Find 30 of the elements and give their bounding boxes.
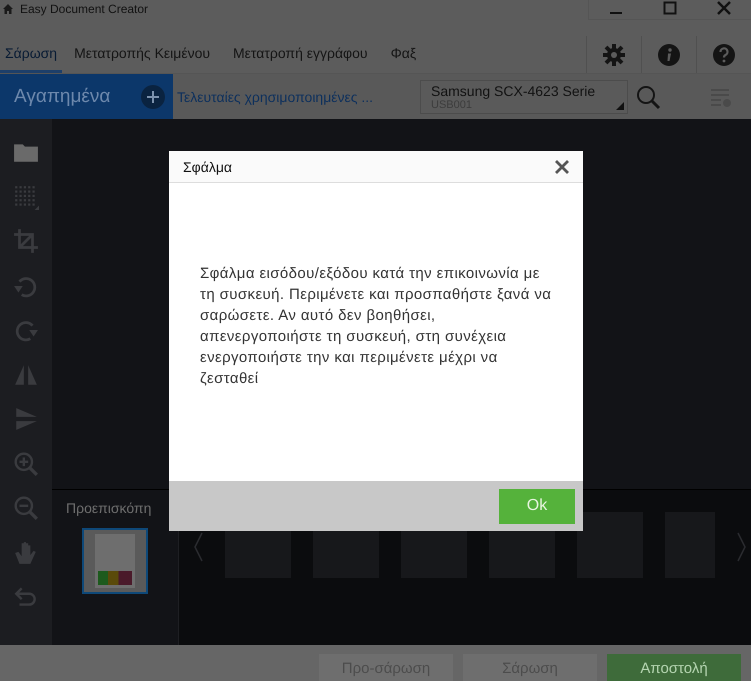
zoom-in-icon[interactable] — [13, 450, 39, 476]
empty-slot — [577, 512, 643, 578]
settings-icon[interactable] — [602, 42, 626, 66]
preview-label: Προεπισκόπη — [66, 500, 152, 516]
tab[interactable]: Φαξ — [380, 36, 428, 73]
minimize-icon — [610, 12, 622, 14]
dropdown-caret-icon — [616, 102, 624, 110]
window-title: Easy Document Creator — [20, 2, 148, 16]
maximize-icon — [662, 0, 678, 16]
crop-icon[interactable] — [13, 228, 39, 254]
next-icon[interactable] — [737, 532, 747, 562]
error-message: Σφάλμα εισόδου/εξόδου κατά την επικοινωνία με τη συσκευή. Περιμένετε και προσπαθήστε ξανά να σαρώσετε. Αν αυτό δεν βοηθήσει, απενεργοποιήστε τη συσκευή, στη συνέχεια ενεργοποιήστε την και περιμένετε μέχρι να ζεσταθεί — [200, 264, 552, 389]
page-thumbnail[interactable] — [82, 528, 148, 594]
selection-icon[interactable] — [13, 184, 39, 210]
tab[interactable]: Μετατροπής Κειμένου — [63, 36, 222, 73]
dialog-title: Σφάλμα — [183, 158, 232, 174]
ok-button[interactable]: Ok — [499, 488, 575, 524]
favorites-label: Αγαπημένα — [14, 86, 110, 108]
tab[interactable]: Μετατροπή εγγράφου — [222, 36, 379, 73]
home-icon — [2, 3, 14, 15]
close-icon[interactable] — [555, 160, 569, 174]
info-icon[interactable] — [657, 42, 681, 66]
action-button[interactable]: Αποστολή — [607, 654, 741, 681]
search-icon[interactable] — [635, 84, 661, 110]
zoom-out-icon[interactable] — [13, 495, 39, 521]
add-icon[interactable] — [141, 84, 165, 108]
previous-icon[interactable] — [193, 532, 203, 562]
close-icon — [716, 0, 732, 16]
recent-link[interactable]: Τελευταίες χρησιμοποιημένες ... — [173, 88, 418, 104]
help-icon[interactable] — [712, 42, 736, 66]
